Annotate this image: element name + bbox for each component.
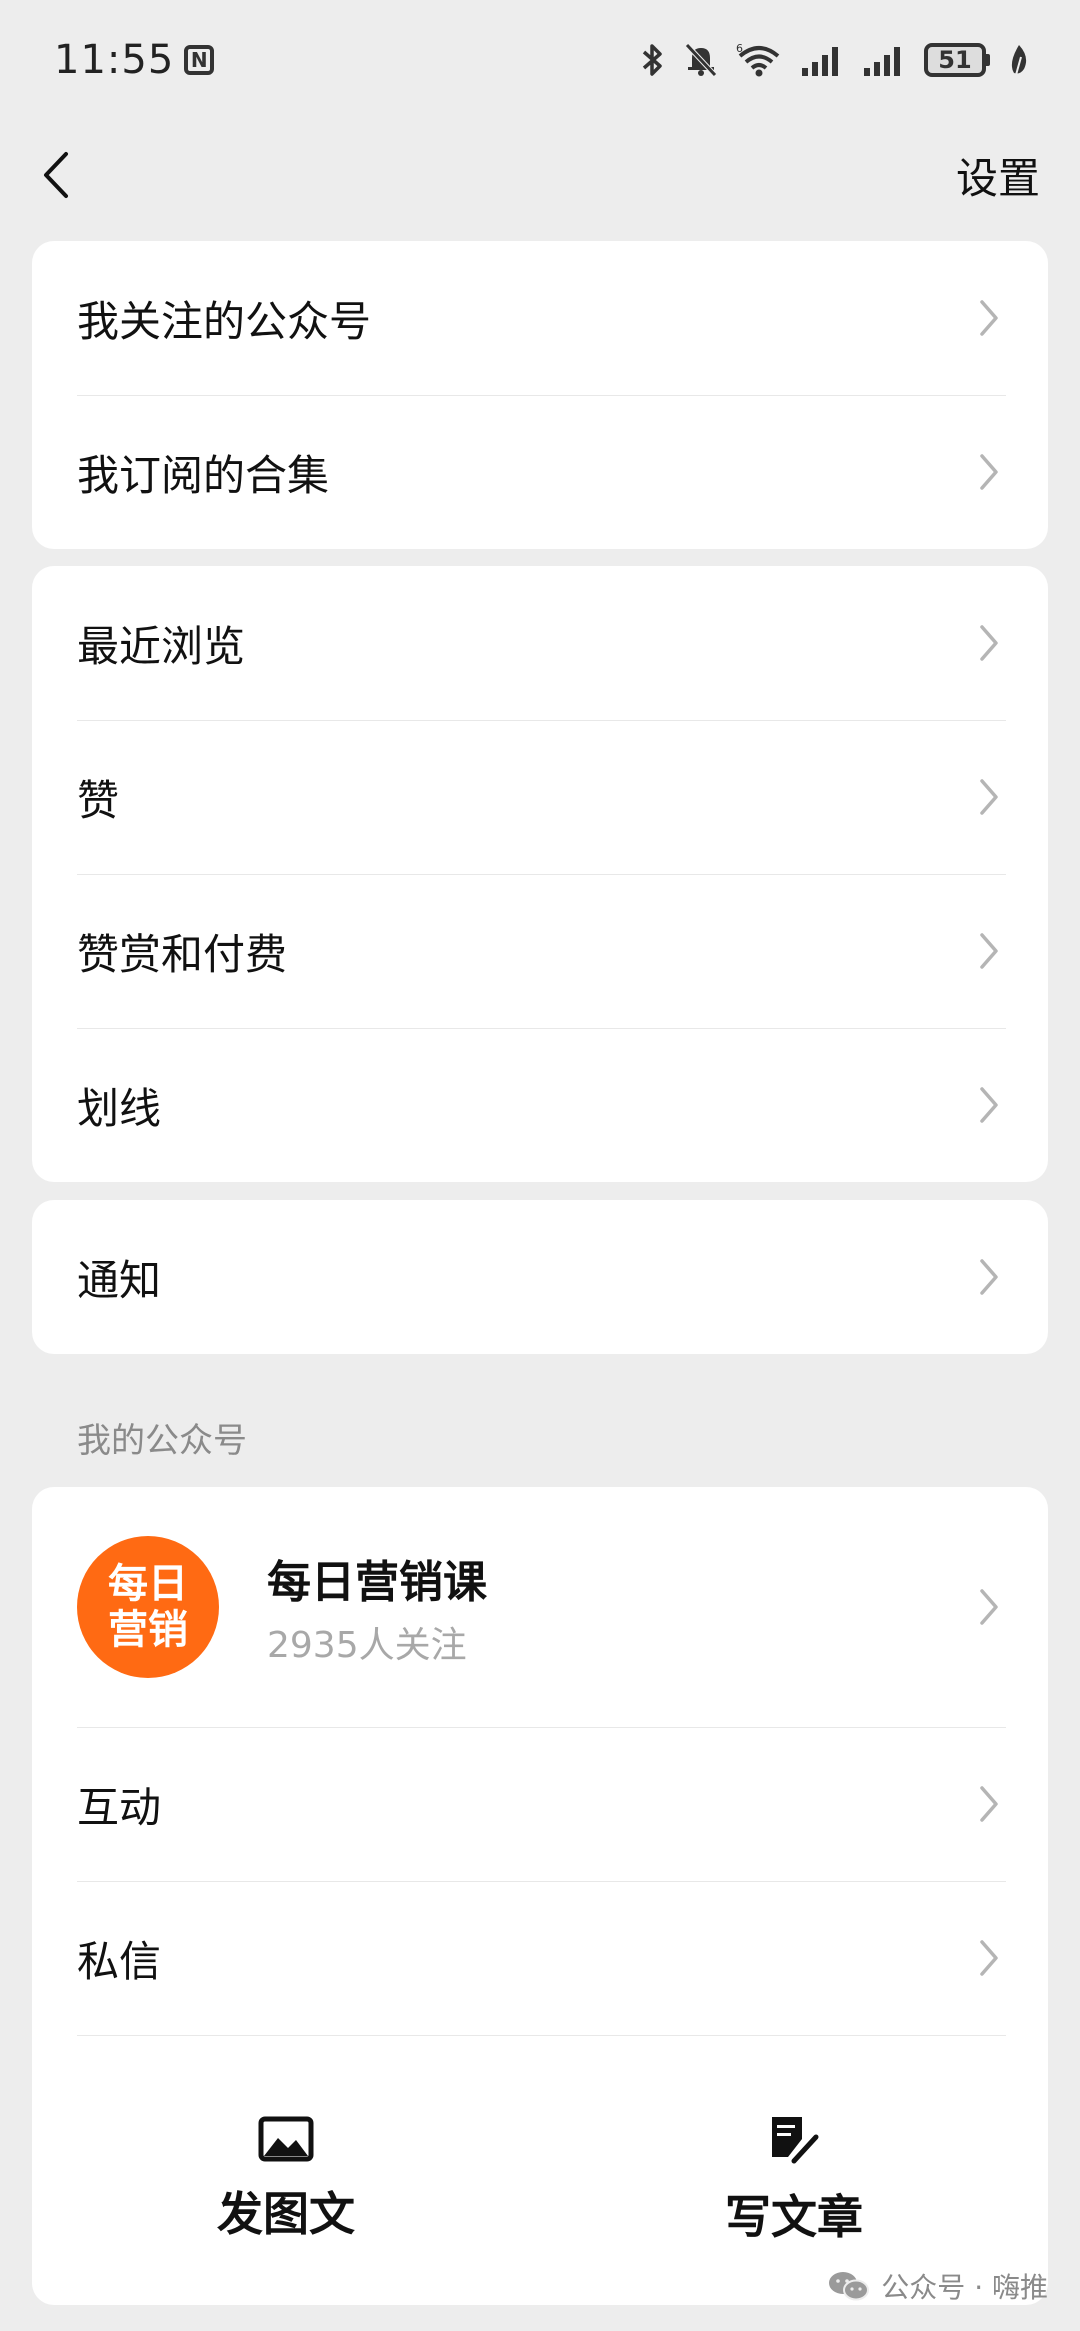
bluetooth-icon [642,44,662,76]
watermark-text: 公众号 · 嗨推 [881,2271,1048,2304]
chevron-right-icon [980,1259,998,1295]
action-label: 发图文 [217,2187,355,2241]
svg-text:6: 6 [736,42,743,55]
row-tips-and-payments[interactable]: 赞赏和付费 [32,874,1048,1028]
chevron-right-icon [980,625,998,661]
row-label: 最近浏览 [77,621,246,671]
chevron-right-icon [980,1589,998,1625]
back-arrow-icon [44,152,68,198]
account-info: 每日营销课 2935人关注 [267,1546,487,1668]
status-right: 6 51 [640,42,1030,78]
write-article-button[interactable]: 写文章 [644,2113,944,2247]
row-recent-views[interactable]: 最近浏览 [32,566,1048,720]
account-row[interactable]: 每日 营销 每日营销课 2935人关注 [32,1487,1048,1727]
row-label: 赞 [77,775,120,825]
row-label: 私信 [77,1936,162,1986]
battery-indicator: 51 [924,43,990,77]
nav-bar: 设置 [0,135,1080,215]
card-activity: 最近浏览 赞 赞赏和付费 划线 [32,566,1048,1182]
status-bar: 11:55 N 6 51 [0,0,1080,120]
action-bar: 发图文 写文章 [32,2035,1048,2305]
settings-link[interactable]: 设置 [956,145,1040,206]
mute-bell-icon [685,43,717,77]
clock: 11:55 [54,37,175,83]
wechat-icon [829,2272,870,2301]
status-left: 11:55 N [54,37,215,83]
action-label: 写文章 [725,2190,863,2244]
row-label: 互动 [77,1782,162,1832]
account-followers: 2935人关注 [267,1625,467,1666]
row-subscribed-collections[interactable]: 我订阅的合集 [32,395,1048,549]
leaf-icon [1011,45,1027,76]
avatar: 每日 营销 [77,1536,219,1678]
row-notifications[interactable]: 通知 [32,1200,1048,1354]
signal-icon-2 [864,47,900,76]
avatar-text-line1: 每日 [108,1561,188,1607]
chevron-right-icon [980,1087,998,1123]
row-label: 我订阅的合集 [77,450,330,500]
row-followed-accounts[interactable]: 我关注的公众号 [32,241,1048,395]
account-name: 每日营销课 [267,1557,487,1608]
row-private-messages[interactable]: 私信 [32,1881,1048,2035]
battery-level: 51 [924,43,986,77]
card-subscriptions: 我关注的公众号 我订阅的合集 [32,241,1048,549]
back-button[interactable] [36,145,76,205]
section-title-my-accounts: 我的公众号 [77,1421,247,1461]
signal-icon [802,47,838,76]
row-interactions[interactable]: 互动 [32,1727,1048,1881]
row-likes[interactable]: 赞 [32,720,1048,874]
row-highlights[interactable]: 划线 [32,1028,1048,1182]
chevron-right-icon [980,1940,998,1976]
post-image-text-button[interactable]: 发图文 [136,2116,436,2244]
nfc-icon: N [184,45,215,75]
chevron-right-icon [980,933,998,969]
chevron-right-icon [980,300,998,336]
row-label: 我关注的公众号 [77,296,372,346]
row-label: 赞赏和付费 [77,929,288,979]
card-notifications: 通知 [32,1200,1048,1354]
watermark: 公众号 · 嗨推 [827,2266,1048,2306]
account-left: 每日 营销 每日营销课 2935人关注 [77,1536,487,1678]
row-label: 划线 [77,1083,162,1133]
chevron-right-icon [980,1786,998,1822]
chevron-right-icon [980,454,998,490]
avatar-text-line2: 营销 [108,1607,188,1653]
wifi-icon: 6 [736,42,780,77]
card-my-account: 每日 营销 每日营销课 2935人关注 互动 私信 发图文 写文章 [32,1487,1048,2305]
battery-tip [986,54,990,66]
edit-document-icon [772,2117,819,2164]
row-label: 通知 [77,1255,162,1305]
image-icon [258,2116,314,2162]
chevron-right-icon [980,779,998,815]
